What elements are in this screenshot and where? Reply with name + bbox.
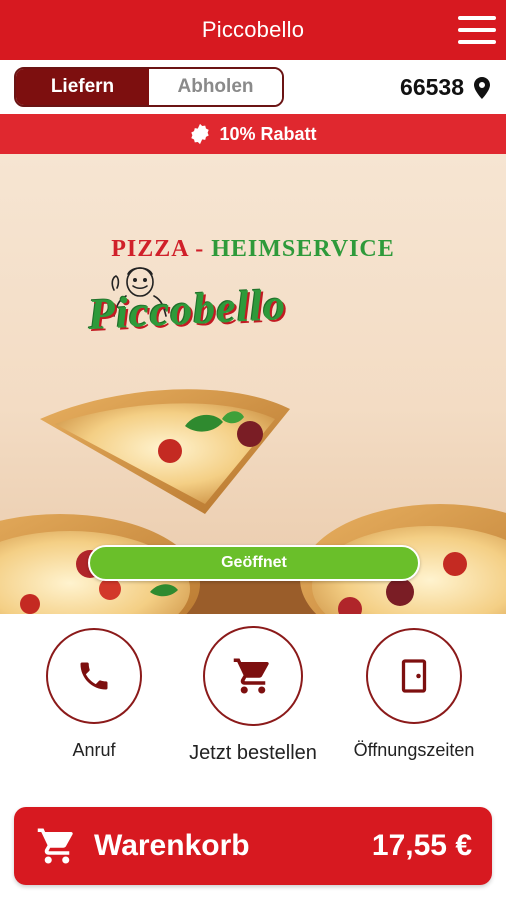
discount-banner[interactable]: 10% Rabatt — [0, 114, 506, 154]
call-button[interactable] — [46, 628, 142, 724]
order-now-button[interactable] — [203, 626, 303, 726]
cart-label: Warenkorb — [94, 829, 250, 862]
location-pin-icon — [474, 76, 490, 99]
discount-badge-icon — [191, 123, 210, 145]
door-icon — [401, 659, 427, 693]
cart-total: 17,55 € — [371, 829, 472, 862]
cart-icon — [233, 658, 269, 694]
app-header: Piccobello — [0, 0, 506, 60]
logo-headline: PIZZA - HEIMSERVICE — [0, 236, 506, 263]
opening-hours-action[interactable]: Öffnungszeiten — [334, 628, 494, 761]
order-mode-bar: Liefern Abholen 66538 — [0, 60, 506, 114]
call-action[interactable]: Anruf — [14, 628, 174, 761]
opening-hours-label: Öffnungszeiten — [353, 740, 475, 760]
call-label: Anruf — [72, 740, 116, 760]
opening-hours-button[interactable] — [366, 628, 462, 724]
shopping-cart-icon — [37, 828, 73, 864]
menu-icon[interactable] — [458, 14, 496, 46]
quick-actions: Anruf Jetzt bestellen Öffnungszeiten — [0, 614, 506, 794]
phone-icon — [80, 662, 108, 690]
logo-headline-separator: - — [188, 236, 212, 262]
discount-text: 10% Rabatt — [219, 123, 317, 144]
logo-headline-part1: PIZZA — [111, 236, 189, 262]
cart-button[interactable]: Warenkorb 17,55 € — [14, 807, 492, 885]
logo-wordmark: Piccobello — [86, 279, 288, 340]
logo-headline-part2: HEIMSERVICE — [211, 236, 395, 262]
app-title: Piccobello — [201, 17, 305, 42]
open-status-button[interactable]: Geöffnet — [88, 545, 420, 581]
deliver-tab[interactable]: Liefern — [16, 69, 149, 105]
pickup-tab[interactable]: Abholen — [149, 69, 282, 105]
order-mode-toggle: Liefern Abholen — [14, 67, 284, 107]
zip-code: 66538 — [400, 74, 464, 100]
location-selector[interactable]: 66538 — [400, 74, 490, 101]
order-now-action[interactable]: Jetzt bestellen — [173, 626, 333, 765]
order-now-label: Jetzt bestellen — [189, 742, 317, 764]
